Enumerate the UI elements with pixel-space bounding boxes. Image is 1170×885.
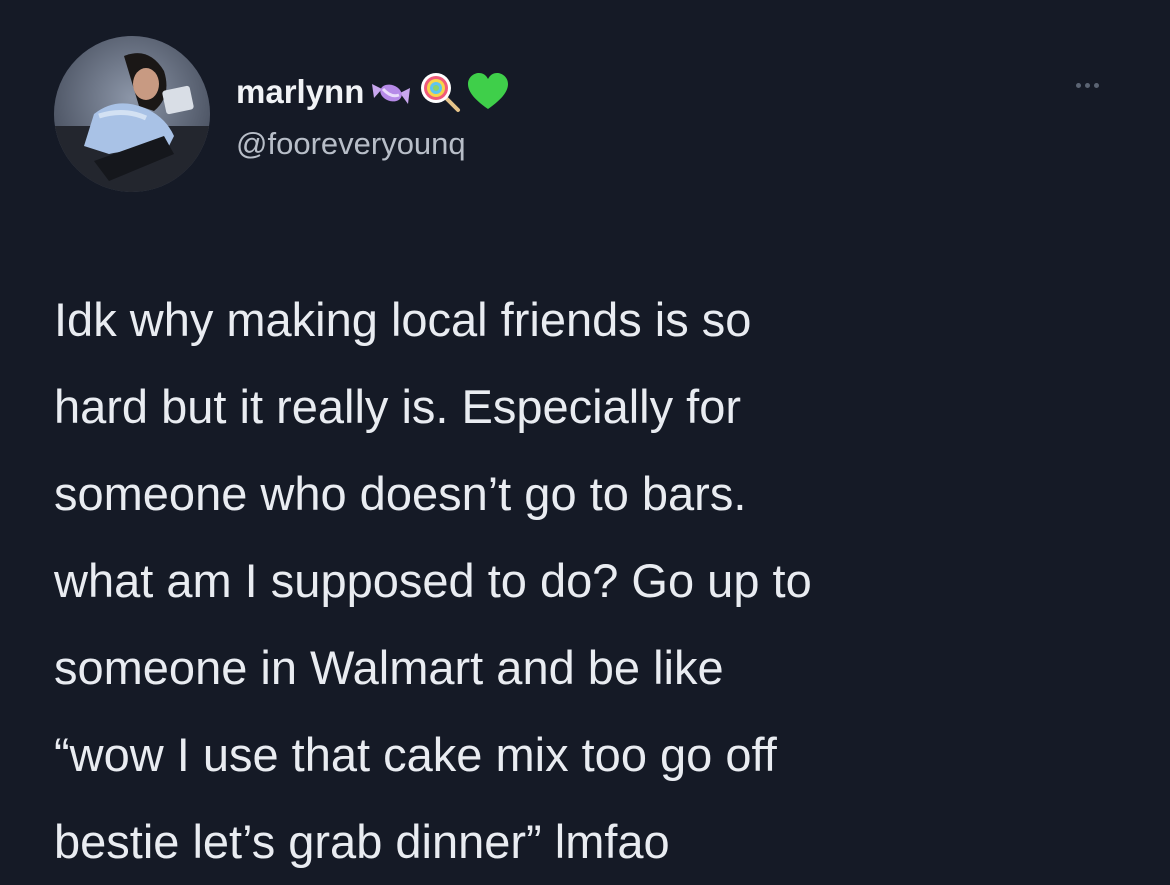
tweet-card: marlynn @fooreveryounq Idk why making lo…: [0, 0, 1170, 883]
green-heart-icon: [466, 72, 510, 112]
avatar[interactable]: [54, 36, 210, 192]
lollipop-icon: [418, 70, 462, 114]
more-options-icon: [1075, 82, 1081, 88]
more-options-icon-dot: [1084, 82, 1090, 88]
tweet-text-line: Idk why making local friends is so: [54, 293, 752, 346]
tweet-text-line: hard but it really is. Especially for: [54, 380, 742, 433]
more-options-icon-dot: [1093, 82, 1099, 88]
more-options-button[interactable]: [1060, 70, 1114, 100]
tweet-text-line: someone in Walmart and be like: [54, 641, 724, 694]
avatar-photo: [54, 36, 210, 192]
tweet-text-line: “wow I use that cake mix too go off: [54, 728, 777, 781]
user-handle[interactable]: @fooreveryounq: [236, 126, 466, 162]
display-name[interactable]: marlynn: [236, 73, 364, 111]
tweet-text-line: bestie let’s grab dinner” lmfao: [54, 815, 670, 868]
tweet-text-line: what am I supposed to do? Go up to: [54, 554, 812, 607]
tweet-text-line: someone who doesn’t go to bars.: [54, 467, 747, 520]
candy-icon: [368, 74, 414, 110]
tweet-text: Idk why making local friends is so hard …: [54, 276, 1144, 885]
name-row: marlynn: [236, 70, 510, 114]
